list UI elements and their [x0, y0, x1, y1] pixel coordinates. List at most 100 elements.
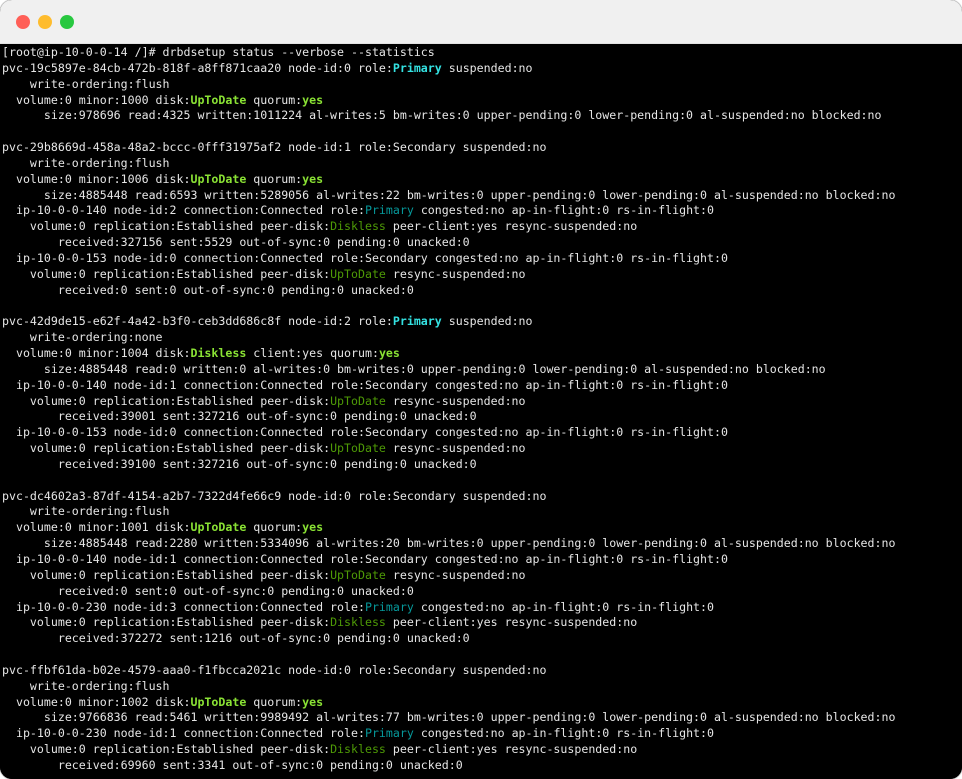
minimize-window-button[interactable] [38, 15, 52, 29]
terminal-line: ip-10-0-0-140 node-id:1 connection:Conne… [2, 378, 962, 394]
terminal-line: volume:0 replication:Established peer-di… [2, 219, 962, 235]
terminal-text-segment: volume:0 replication:Established peer-di… [2, 393, 331, 408]
terminal-line: [root@ip-10-0-0-14 /]# drbdsetup status … [2, 45, 962, 61]
terminal-line: pvc-42d9de15-e62f-4a42-b3f0-ceb3dd686c8f… [2, 314, 962, 330]
terminal-text-segment: size:4885448 read:0 written:0 al-writes:… [2, 361, 826, 376]
terminal-line: received:0 sent:0 out-of-sync:0 pending:… [2, 283, 962, 299]
terminal-line: pvc-dc4602a3-87df-4154-a2b7-7322d4fe66c9… [2, 489, 962, 505]
terminal-text-segment: quorum: [246, 92, 303, 107]
terminal-text-segment: ip-10-0-0-140 node-id:1 connection:Conne… [2, 377, 728, 392]
terminal-line: write-ordering:flush [2, 77, 962, 93]
terminal-text-segment: UpToDate [190, 92, 247, 107]
terminal-text-segment: ip-10-0-0-140 node-id:2 connection:Conne… [2, 203, 365, 218]
terminal-text-segment: received:39001 sent:327216 out-of-sync:0… [2, 409, 477, 424]
terminal-text-segment: volume:0 replication:Established peer-di… [2, 615, 331, 630]
terminal-line: write-ordering:flush [2, 504, 962, 520]
terminal-text-segment: received:372272 sent:1216 out-of-sync:0 … [2, 631, 470, 646]
terminal-text-segment: yes [302, 171, 324, 186]
terminal-line: ip-10-0-0-153 node-id:0 connection:Conne… [2, 425, 962, 441]
maximize-window-button[interactable] [60, 15, 74, 29]
terminal-text-segment: size:4885448 read:6593 written:5289056 a… [2, 187, 896, 202]
terminal-text-segment: UpToDate [190, 694, 247, 709]
terminal-line: pvc-29b8669d-458a-48a2-bccc-0fff31975af2… [2, 140, 962, 156]
terminal-output[interactable]: [root@ip-10-0-0-14 /]# drbdsetup status … [0, 44, 962, 779]
terminal-text-segment: ip-10-0-0-140 node-id:1 connection:Conne… [2, 552, 728, 566]
terminal-text-segment: volume:0 minor:1006 disk: [2, 171, 191, 186]
terminal-text-segment: received:69960 sent:3341 out-of-sync:0 p… [2, 757, 463, 772]
terminal-text-segment: Diskless [190, 346, 247, 361]
terminal-text-segment: yes [302, 92, 324, 107]
terminal-text-segment: congested:no ap-in-flight:0 rs-in-flight… [413, 599, 714, 614]
terminal-text-segment: [root@ip-10-0-0-14 /]# drbdsetup status … [2, 45, 435, 59]
terminal-text-segment: volume:0 replication:Established peer-di… [2, 742, 331, 757]
terminal-line: volume:0 replication:Established peer-di… [2, 615, 962, 631]
terminal-line: ip-10-0-0-140 node-id:1 connection:Conne… [2, 552, 962, 568]
terminal-text-segment: ip-10-0-0-153 node-id:0 connection:Conne… [2, 250, 728, 265]
terminal-text-segment: volume:0 replication:Established peer-di… [2, 567, 331, 582]
terminal-text-segment: Diskless [330, 742, 386, 757]
terminal-text-segment: suspended:no [441, 314, 533, 329]
terminal-text-segment: ip-10-0-0-230 node-id:1 connection:Conne… [2, 726, 365, 741]
terminal-text-segment: quorum: [246, 520, 303, 535]
terminal-line: volume:0 replication:Established peer-di… [2, 441, 962, 457]
terminal-text-segment: yes [302, 520, 324, 535]
terminal-line: volume:0 minor:1002 disk:UpToDate quorum… [2, 695, 962, 711]
terminal-line: received:39001 sent:327216 out-of-sync:0… [2, 409, 962, 425]
terminal-text-segment: write-ordering:none [2, 330, 163, 345]
terminal-text-segment: client:yes quorum: [246, 346, 379, 361]
terminal-text-segment: UpToDate [190, 520, 247, 535]
terminal-text-segment: write-ordering:flush [2, 76, 170, 91]
terminal-text-segment: volume:0 minor:1004 disk: [2, 346, 191, 361]
terminal-text-segment: write-ordering:flush [2, 155, 170, 170]
terminal-line: pvc-ffbf61da-b02e-4579-aaa0-f1fbcca2021c… [2, 663, 962, 679]
terminal-line: volume:0 minor:1006 disk:UpToDate quorum… [2, 172, 962, 188]
terminal-text-segment: Primary [392, 60, 442, 75]
terminal-line: received:69960 sent:3341 out-of-sync:0 p… [2, 758, 962, 774]
terminal-line: size:4885448 read:2280 written:5334096 a… [2, 536, 962, 552]
terminal-line: write-ordering:flush [2, 156, 962, 172]
terminal-text-segment: yes [378, 346, 400, 361]
window-titlebar [0, 0, 962, 44]
terminal-text-segment: pvc-19c5897e-84cb-472b-818f-a8ff871caa20… [2, 60, 393, 75]
terminal-text-segment: Primary [364, 599, 414, 614]
terminal-line: ip-10-0-0-230 node-id:1 connection:Conne… [2, 726, 962, 742]
terminal-text-segment: resync-suspended:no [385, 266, 526, 281]
terminal-text-segment: volume:0 replication:Established peer-di… [2, 219, 331, 234]
terminal-line: size:4885448 read:0 written:0 al-writes:… [2, 362, 962, 378]
terminal-text-segment: quorum: [246, 694, 303, 709]
terminal-text-segment: volume:0 replication:Established peer-di… [2, 441, 331, 456]
terminal-text-segment: Primary [392, 314, 442, 329]
terminal-line: received:372272 sent:1216 out-of-sync:0 … [2, 631, 962, 647]
terminal-text-segment: ip-10-0-0-230 node-id:3 connection:Conne… [2, 599, 365, 614]
terminal-line: received:327156 sent:5529 out-of-sync:0 … [2, 235, 962, 251]
terminal-text-segment: peer-client:yes resync-suspended:no [385, 615, 638, 630]
terminal-text-segment: size:978696 read:4325 written:1011224 al… [2, 108, 882, 123]
terminal-text-segment: UpToDate [330, 266, 386, 281]
terminal-line: volume:0 minor:1004 disk:Diskless client… [2, 346, 962, 362]
terminal-line: size:9766836 read:5461 written:9989492 a… [2, 710, 962, 726]
terminal-text-segment: pvc-dc4602a3-87df-4154-a2b7-7322d4fe66c9… [2, 488, 547, 503]
terminal-text-segment: received:0 sent:0 out-of-sync:0 pending:… [2, 282, 414, 297]
terminal-window: [root@ip-10-0-0-14 /]# drbdsetup status … [0, 0, 962, 779]
terminal-line: pvc-19c5897e-84cb-472b-818f-a8ff871caa20… [2, 61, 962, 77]
terminal-line: volume:0 minor:1000 disk:UpToDate quorum… [2, 93, 962, 109]
terminal-line: ip-10-0-0-153 node-id:0 connection:Conne… [2, 251, 962, 267]
terminal-line: write-ordering:flush [2, 679, 962, 695]
terminal-text-segment: resync-suspended:no [385, 441, 526, 456]
terminal-text-segment: volume:0 minor:1000 disk: [2, 92, 191, 107]
terminal-text-segment: received:0 sent:0 out-of-sync:0 pending:… [2, 583, 414, 598]
terminal-text-segment: resync-suspended:no [385, 393, 526, 408]
terminal-line: volume:0 replication:Established peer-di… [2, 394, 962, 410]
terminal-text-segment: size:9766836 read:5461 written:9989492 a… [2, 710, 896, 725]
terminal-text-segment: UpToDate [330, 393, 386, 408]
terminal-line: volume:0 minor:1001 disk:UpToDate quorum… [2, 520, 962, 536]
terminal-text-segment: peer-client:yes resync-suspended:no [385, 742, 638, 757]
close-window-button[interactable] [16, 15, 30, 29]
terminal-line: ip-10-0-0-230 node-id:3 connection:Conne… [2, 600, 962, 616]
terminal-text-segment: resync-suspended:no [385, 567, 526, 582]
terminal-text-segment: suspended:no [441, 60, 533, 75]
terminal-line: ip-10-0-0-140 node-id:2 connection:Conne… [2, 203, 962, 219]
